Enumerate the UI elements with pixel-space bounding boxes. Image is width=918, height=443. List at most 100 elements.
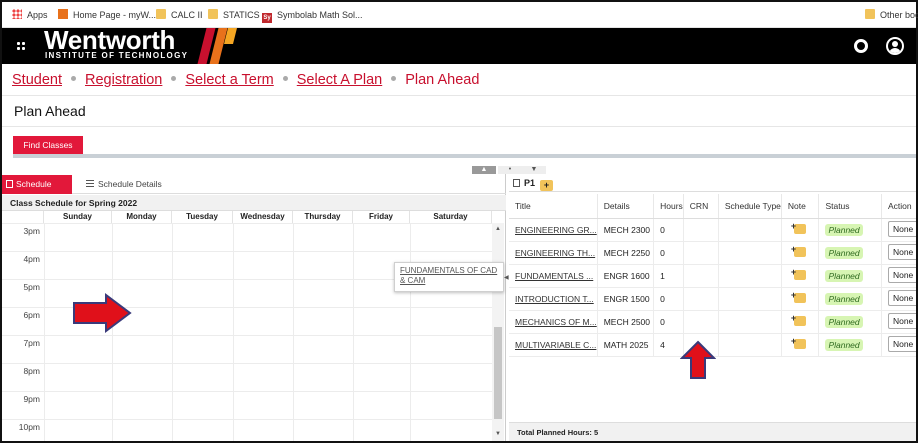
course-title-link[interactable]: FUNDAMENTALS ... (515, 271, 593, 281)
course-hours: 0 (653, 287, 684, 311)
column-header-hours[interactable]: Hours (653, 194, 684, 219)
breadcrumb-separator (171, 76, 177, 81)
bookmark-label: Other boo (880, 10, 918, 20)
scroll-up-icon[interactable]: ▲ (494, 226, 502, 232)
course-details: MECH 2300 (597, 218, 655, 242)
course-title-link[interactable]: MECHANICS OF M... (515, 317, 596, 327)
course-popup[interactable]: FUNDAMENTALS OF CAD & CAM (394, 262, 504, 292)
bookmark-calc-ii[interactable]: CALC II (156, 8, 203, 22)
note-icon[interactable] (791, 244, 806, 257)
breadcrumb-student[interactable]: Student (12, 72, 62, 88)
status-badge: Planned (825, 246, 863, 259)
course-schedule-type (718, 287, 782, 311)
annotation-arrow-right-icon (73, 293, 132, 333)
scroll-thumb[interactable] (494, 327, 502, 419)
symbolab-icon: Sy (262, 13, 272, 23)
bookmark-other[interactable]: Other boo (865, 8, 918, 22)
bookmark-label: Symbolab Math Sol... (277, 10, 363, 20)
annotation-arrow-up-icon (680, 340, 716, 379)
plan-header: P1 + (509, 174, 916, 192)
scroll-down-icon[interactable]: ▼ (494, 431, 502, 437)
column-header-status[interactable]: Status (818, 194, 882, 219)
course-title-link[interactable]: ENGINEERING TH... (515, 248, 595, 258)
hour-label: 9pm (23, 394, 40, 404)
course-title-link[interactable]: INTRODUCTION T... (515, 294, 594, 304)
course-details: MATH 2025 (597, 333, 655, 357)
folder-icon (208, 9, 218, 19)
breadcrumb-registration[interactable]: Registration (85, 72, 162, 88)
bookmark-symbolab[interactable]: Sy Symbolab Math Sol... (262, 8, 363, 23)
breadcrumb: Student Registration Select a Term Select A… (12, 72, 479, 88)
splitter-row: ▲ • ▼ (2, 166, 916, 174)
breadcrumb-current: Plan Ahead (405, 72, 480, 88)
action-select[interactable]: None (887, 312, 916, 329)
hour-label: 10pm (18, 422, 40, 432)
hour-label: 6pm (23, 310, 40, 320)
action-select[interactable]: None (887, 220, 916, 237)
column-header-title[interactable]: Title (509, 194, 598, 219)
status-badge: Planned (825, 223, 863, 236)
table-row: ENGINEERING TH... MECH 2250 0 Planned No… (509, 241, 916, 265)
title-bar: Plan Ahead (2, 95, 916, 127)
collapse-up-icon[interactable]: ▲ (472, 166, 496, 174)
note-icon[interactable] (791, 313, 806, 326)
note-icon[interactable] (791, 336, 806, 349)
expand-down-icon[interactable]: ▼ (522, 166, 546, 174)
tab-label: Schedule Details (98, 179, 162, 189)
user-icon[interactable] (886, 37, 904, 55)
action-select[interactable]: None (887, 289, 916, 306)
column-header-details[interactable]: Details (597, 194, 655, 219)
column-header-crn[interactable]: CRN (683, 194, 719, 219)
day-header: Monday (112, 211, 172, 223)
logo-stripes (196, 28, 244, 64)
bookmark-statics[interactable]: STATICS (208, 8, 260, 22)
course-schedule-type (718, 264, 782, 288)
apps-grid-icon (12, 9, 22, 19)
course-details: MECH 2500 (597, 310, 655, 334)
status-badge: Planned (825, 269, 863, 282)
column-header-schedule-type[interactable]: Schedule Type (718, 194, 782, 219)
column-header-note[interactable]: Note (781, 194, 820, 219)
action-select[interactable]: None (887, 243, 916, 260)
course-hours: 1 (653, 264, 684, 288)
plan-pane: P1 + Title Details Hours CRN Schedule Typ… (509, 174, 916, 441)
hour-label: 8pm (23, 366, 40, 376)
day-header: Sunday (44, 211, 112, 223)
table-row: INTRODUCTION T... ENGR 1500 0 Planned No… (509, 287, 916, 311)
home-page-icon (58, 9, 68, 19)
schedule-tabs: Schedule Schedule Details (2, 174, 506, 194)
tab-schedule[interactable]: Schedule (2, 175, 72, 194)
breadcrumb-select-plan[interactable]: Select A Plan (297, 72, 382, 88)
action-select[interactable]: None (887, 266, 916, 283)
course-details: ENGR 1600 (597, 264, 655, 288)
breadcrumb-separator (71, 76, 76, 81)
folder-icon (865, 9, 875, 19)
bookmark-apps[interactable]: Apps (12, 8, 48, 22)
hour-label: 5pm (23, 282, 40, 292)
hour-row: 9pm (2, 391, 492, 419)
day-header: Thursday (293, 211, 353, 223)
bookmark-home-page[interactable]: Home Page - myW... (58, 8, 156, 22)
tab-schedule-details[interactable]: Schedule Details (86, 175, 162, 194)
schedule-scrollbar[interactable]: ▲ ▼ (492, 223, 504, 441)
menu-icon[interactable] (16, 41, 26, 51)
course-schedule-type (718, 310, 782, 334)
course-crn (683, 310, 719, 334)
course-title-link[interactable]: MULTIVARIABLE C... (515, 340, 596, 350)
gear-icon[interactable] (854, 39, 868, 53)
bookmark-label: Home Page - myW... (73, 10, 157, 20)
breadcrumb-select-term[interactable]: Select a Term (185, 72, 273, 88)
course-hours: 4 (653, 333, 684, 357)
find-classes-tab[interactable]: Find Classes (13, 136, 83, 155)
course-details: MECH 2250 (597, 241, 655, 265)
table-row: MECHANICS OF M... MECH 2500 0 Planned No… (509, 310, 916, 334)
course-title-link[interactable]: ENGINEERING GR... (515, 225, 596, 235)
column-header-action[interactable]: Action (881, 194, 916, 219)
action-select[interactable]: None (887, 335, 916, 352)
add-note-icon[interactable]: + (540, 180, 554, 191)
note-icon[interactable] (791, 221, 806, 234)
note-icon[interactable] (791, 267, 806, 280)
schedule-title: Class Schedule for Spring 2022 (2, 195, 506, 211)
note-icon[interactable] (791, 290, 806, 303)
splitter-handle[interactable]: • (498, 166, 522, 174)
